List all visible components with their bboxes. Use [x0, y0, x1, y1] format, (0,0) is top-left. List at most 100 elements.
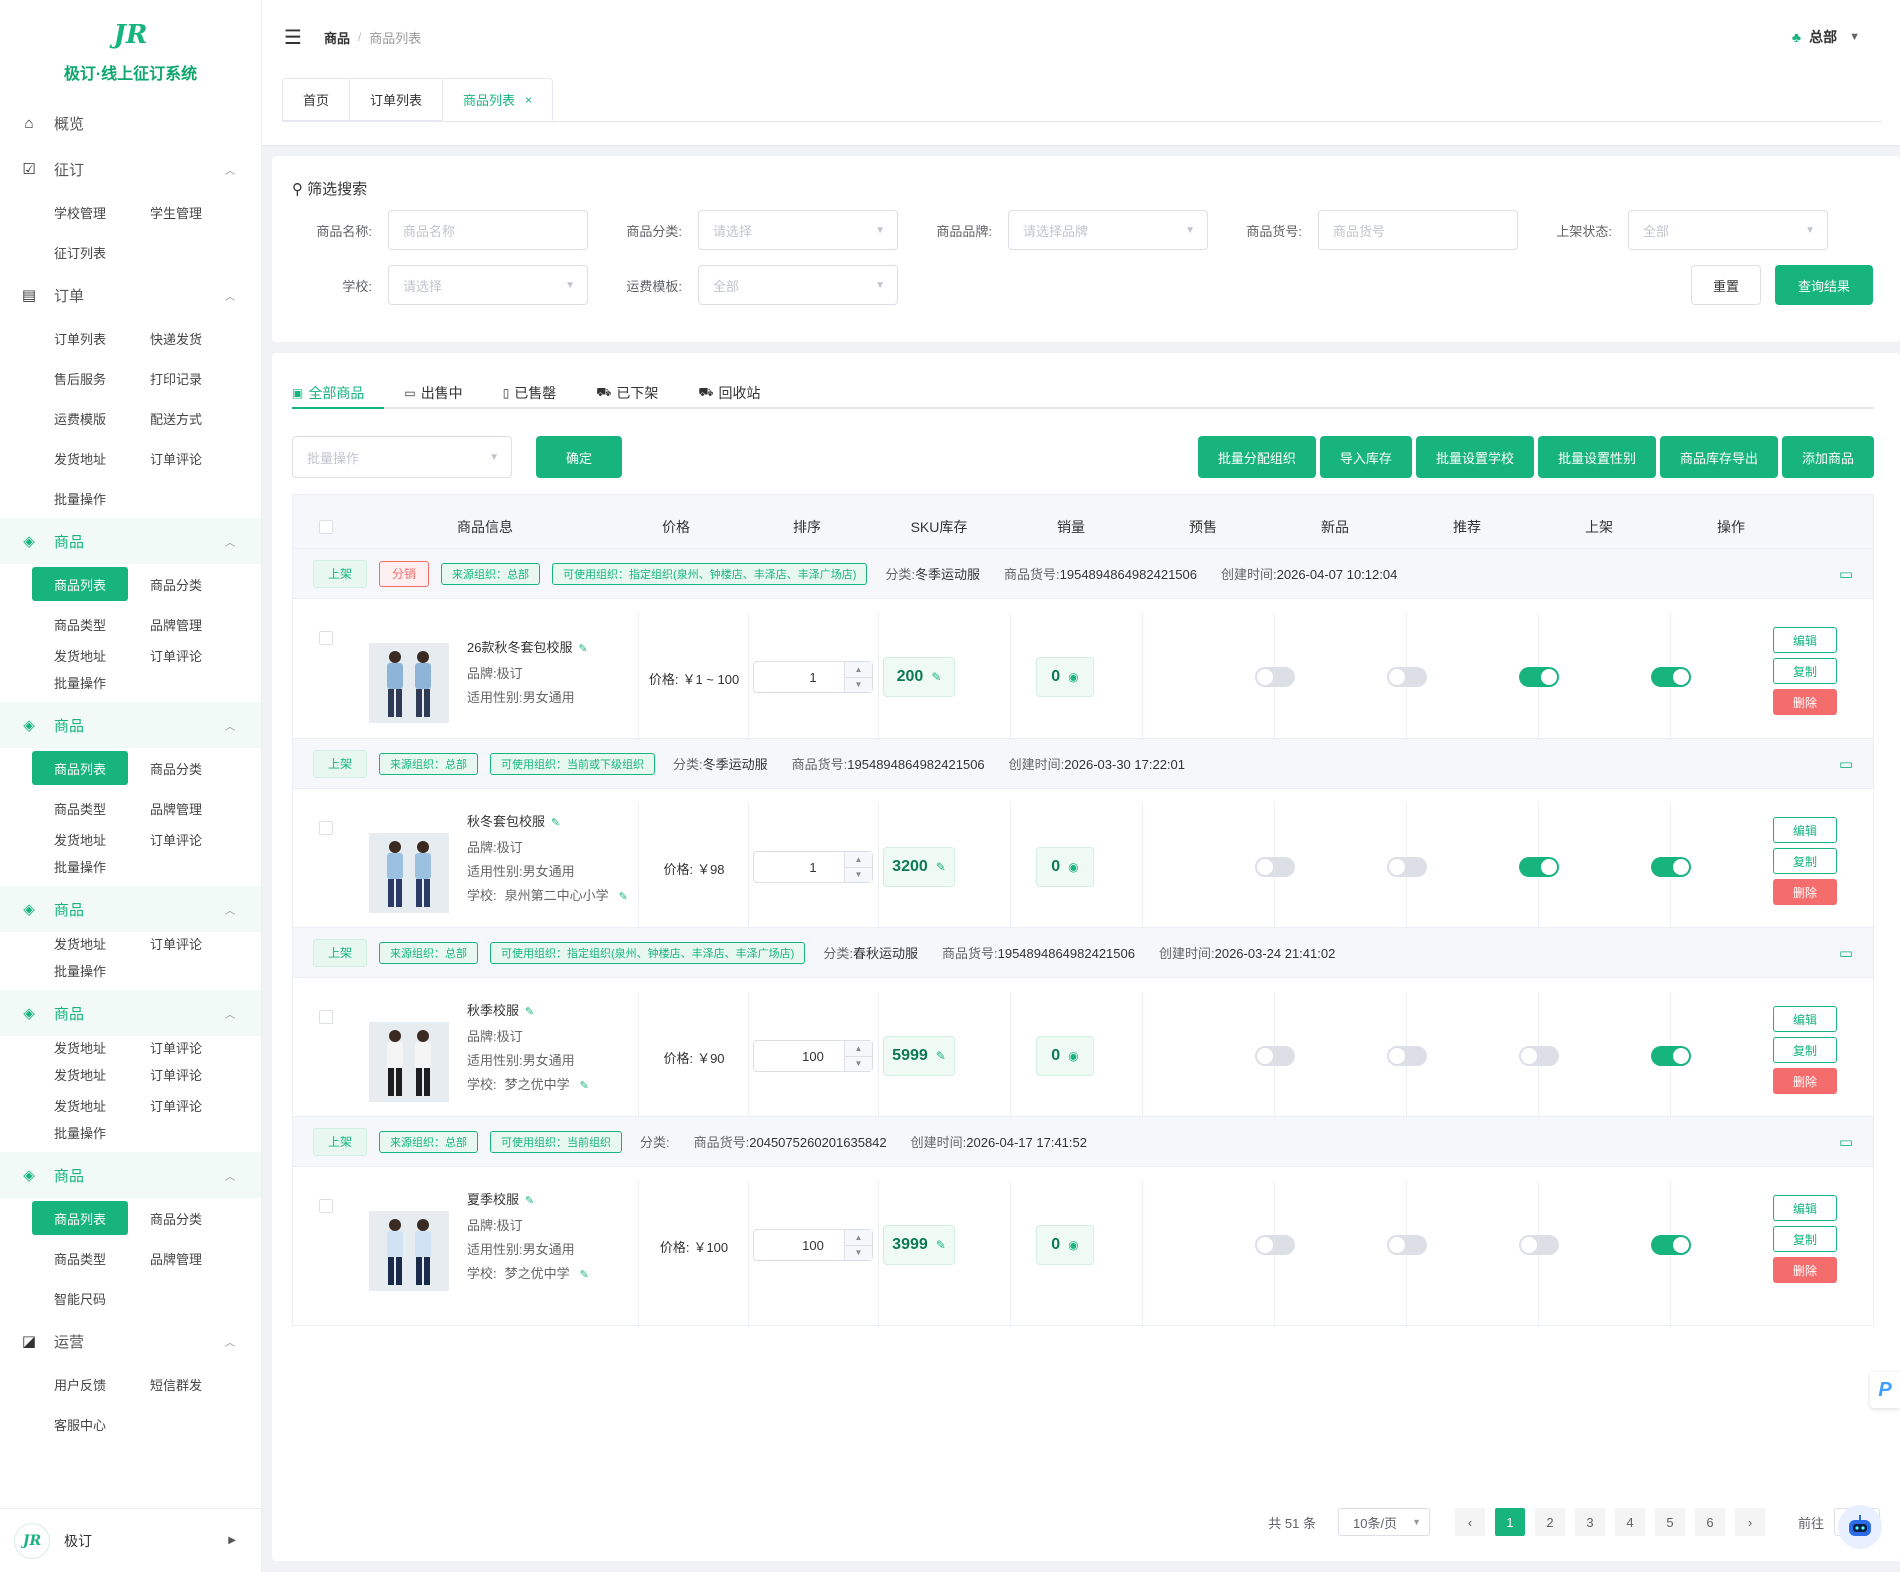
sidebar-item[interactable]: 发货地址	[32, 1054, 128, 1094]
tab-all-products[interactable]: ▣ 全部商品	[292, 379, 385, 409]
toolbar-action-button[interactable]: 添加商品	[1781, 436, 1874, 478]
sort-stepper[interactable]: 100 ▲ ▼	[753, 1040, 873, 1072]
delete-button[interactable]: 删除	[1773, 1068, 1837, 1094]
reset-button[interactable]: 重置	[1691, 265, 1761, 305]
sidebar-group-6[interactable]: ◈ 商品 ︿	[0, 990, 261, 1036]
toolbar-action-button[interactable]: 批量设置学校	[1415, 436, 1534, 478]
presale-toggle[interactable]	[1255, 1235, 1295, 1255]
sidebar-item[interactable]: 打印记录	[128, 358, 224, 398]
sidebar-item[interactable]: 批量操作	[32, 950, 128, 990]
copy-button[interactable]: 复制	[1773, 1037, 1837, 1063]
recommend-toggle[interactable]	[1519, 667, 1559, 687]
product-image[interactable]	[369, 1211, 449, 1291]
sku-stock-button[interactable]: 3200 ✎	[883, 847, 955, 887]
shipping-template-select[interactable]: 全部 ▼	[698, 265, 898, 305]
chevron-down-icon[interactable]: ▼	[845, 1057, 872, 1072]
sidebar-item[interactable]: 商品类型	[32, 1238, 128, 1278]
sort-stepper[interactable]: 100 ▲ ▼	[753, 1229, 873, 1261]
tab-on-sale[interactable]: ▭ 出售中	[384, 379, 482, 407]
sidebar-item[interactable]: 品牌管理	[128, 788, 224, 828]
sidebar-item[interactable]: 订单评论	[128, 644, 224, 662]
sidebar-item[interactable]: 快递发货	[128, 318, 224, 358]
shelf-status-select[interactable]: 全部 ▼	[1628, 210, 1828, 250]
product-name[interactable]: 秋冬套包校服 ✎	[467, 811, 560, 830]
sidebar-item[interactable]: 品牌管理	[128, 1238, 224, 1278]
toolbar-action-button[interactable]: 批量分配组织	[1197, 436, 1316, 478]
sales-button[interactable]: 0 ◉	[1036, 1036, 1094, 1076]
close-icon[interactable]: ×	[525, 93, 532, 107]
chevron-up-icon[interactable]: ▲	[845, 662, 872, 678]
edit-button[interactable]: 编辑	[1773, 627, 1837, 653]
menu-fold-icon[interactable]: ☰	[284, 25, 302, 50]
chevron-down-icon[interactable]: ▼	[845, 868, 872, 883]
sidebar-group-2[interactable]: ▤ 订单 ︿	[0, 272, 261, 318]
sku-stock-button[interactable]: 5999 ✎	[883, 1036, 955, 1076]
delete-button[interactable]: 删除	[1773, 1257, 1837, 1283]
sidebar-item[interactable]: 发货地址	[32, 644, 128, 662]
product-name-input[interactable]: 商品名称	[388, 210, 588, 250]
presale-toggle[interactable]	[1255, 667, 1295, 687]
sidebar-group-4[interactable]: ◈ 商品 ︿	[0, 702, 261, 748]
next-page-button[interactable]: ›	[1734, 1508, 1765, 1536]
sidebar-item[interactable]: 品牌管理	[128, 604, 224, 644]
edit-icon[interactable]: ✎	[580, 1269, 589, 1281]
tab-sold-out[interactable]: ▯ 已售罄	[483, 379, 577, 407]
sku-stock-button[interactable]: 200 ✎	[883, 657, 955, 697]
sidebar-item[interactable]: 订单评论	[128, 828, 224, 846]
product-name[interactable]: 26款秋冬套包校服 ✎	[467, 637, 588, 656]
sidebar-item[interactable]: 批量操作	[32, 662, 128, 702]
product-code-input[interactable]: 商品货号	[1318, 210, 1518, 250]
sidebar-item[interactable]: 商品类型	[32, 604, 128, 644]
sidebar-item[interactable]: 发货地址	[32, 1036, 128, 1054]
sidebar-item[interactable]: 订单评论	[128, 932, 224, 950]
tab-recycle-bin[interactable]: ⛟ 回收站	[678, 379, 780, 407]
sidebar-item[interactable]: 订单评论	[128, 438, 224, 478]
sidebar-item[interactable]: 运费模版	[32, 398, 128, 438]
comment-icon[interactable]: ▭	[1839, 755, 1853, 773]
edit-icon[interactable]: ✎	[525, 1006, 534, 1018]
recommend-toggle[interactable]	[1519, 1235, 1559, 1255]
row-checkbox[interactable]	[319, 1199, 333, 1213]
toolbar-action-button[interactable]: 商品库存导出	[1659, 436, 1778, 478]
sidebar-item[interactable]: 订单列表	[32, 318, 128, 358]
confirm-button[interactable]: 确定	[536, 436, 622, 478]
page-number-button[interactable]: 1	[1494, 1508, 1525, 1536]
copy-button[interactable]: 复制	[1773, 1226, 1837, 1252]
page-number-button[interactable]: 3	[1574, 1508, 1605, 1536]
category-select[interactable]: 请选择 ▼	[698, 210, 898, 250]
sidebar-group-1[interactable]: ☑ 征订 ︿	[0, 146, 261, 192]
sort-stepper[interactable]: 1 ▲ ▼	[753, 851, 873, 883]
sidebar-item[interactable]: 智能尺码	[32, 1278, 128, 1318]
sidebar-item[interactable]: 配送方式	[128, 398, 224, 438]
query-button[interactable]: 查询结果	[1775, 265, 1873, 305]
sidebar-footer[interactable]: JR 极订 ▶	[0, 1508, 261, 1572]
sales-button[interactable]: 0 ◉	[1036, 1225, 1094, 1265]
sort-stepper[interactable]: 1 ▲ ▼	[753, 661, 873, 693]
sidebar-group-5[interactable]: ◈ 商品 ︿	[0, 886, 261, 932]
onshelf-toggle[interactable]	[1651, 1046, 1691, 1066]
recommend-toggle[interactable]	[1519, 857, 1559, 877]
sales-button[interactable]: 0 ◉	[1036, 657, 1094, 697]
delete-button[interactable]: 删除	[1773, 689, 1837, 715]
breadcrumb-item[interactable]: 商品	[324, 28, 350, 47]
sidebar-group-8[interactable]: ◪ 运营 ︿	[0, 1318, 261, 1364]
floating-p-icon[interactable]: P	[1870, 1372, 1900, 1408]
user-menu[interactable]: ♣ 总部 ▼	[1792, 27, 1860, 47]
sidebar-item[interactable]: 发货地址	[32, 1094, 128, 1112]
row-checkbox[interactable]	[319, 821, 333, 835]
product-image[interactable]	[369, 833, 449, 913]
edit-button[interactable]: 编辑	[1773, 1006, 1837, 1032]
onshelf-toggle[interactable]	[1651, 667, 1691, 687]
edit-icon[interactable]: ✎	[578, 643, 587, 655]
edit-icon[interactable]: ✎	[619, 891, 628, 903]
assistant-robot-icon[interactable]	[1838, 1505, 1882, 1549]
product-name[interactable]: 夏季校服 ✎	[467, 1189, 534, 1208]
newp-toggle[interactable]	[1387, 667, 1427, 687]
row-checkbox[interactable]	[319, 1010, 333, 1024]
sidebar-item[interactable]: 订单评论	[128, 1036, 224, 1054]
brand-select[interactable]: 请选择品牌 ▼	[1008, 210, 1208, 250]
sidebar-item[interactable]: 商品分类	[128, 1198, 224, 1238]
edit-icon[interactable]: ✎	[525, 1195, 534, 1207]
edit-button[interactable]: 编辑	[1773, 817, 1837, 843]
page-number-button[interactable]: 6	[1694, 1508, 1725, 1536]
